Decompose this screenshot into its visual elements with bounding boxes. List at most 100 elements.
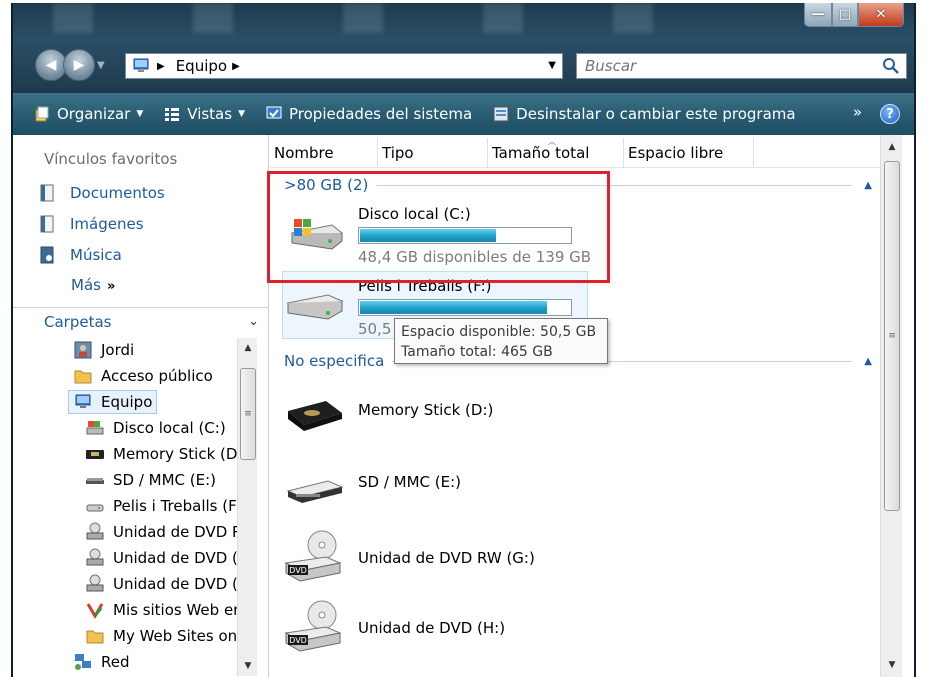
scroll-down-button[interactable]: ▼ (238, 656, 258, 676)
column-empty (754, 138, 890, 168)
folder-icon (86, 630, 104, 644)
system-properties-button[interactable]: Propiedades del sistema (265, 105, 472, 123)
file-list-scrollbar[interactable]: ▲ ≡ ▼ (880, 135, 902, 677)
address-bar[interactable]: ▶ Equipo ▶ ▼ (125, 53, 563, 79)
scroll-up-button[interactable]: ▲ (238, 338, 258, 358)
breadcrumb-separator[interactable]: ▶ (157, 61, 165, 72)
drive-h[interactable]: DVD Unidad de DVD (H:) (282, 599, 505, 655)
drive-name: Unidad de DVD RW (G:) (358, 549, 535, 567)
computer-icon (133, 58, 149, 72)
favorite-imagenes[interactable]: Imágenes (38, 214, 144, 234)
programs-icon (493, 106, 509, 122)
pictures-icon (40, 215, 54, 233)
dvd-drive-icon: DVD (284, 530, 342, 582)
search-box[interactable] (576, 53, 907, 79)
nav-buttons: ◀ ▶ ▼ (35, 49, 105, 81)
svg-text:DVD: DVD (289, 566, 307, 575)
folder-icon (74, 370, 92, 384)
memory-stick-icon (86, 450, 104, 459)
drive-e[interactable]: SD / MMC (E:) (282, 461, 461, 517)
system-properties-icon (266, 106, 282, 119)
drive-name: Memory Stick (D:) (358, 401, 494, 419)
chevron-down-icon[interactable]: ⌄ (248, 314, 259, 329)
more-commands-button[interactable]: » (853, 103, 862, 121)
favorite-documentos[interactable]: Documentos (38, 183, 165, 203)
tree-item-sd-mmc[interactable]: SD / MMC (E:) (85, 470, 216, 490)
music-icon (40, 246, 54, 264)
favorite-musica[interactable]: Música (38, 245, 122, 265)
hard-drive-icon (86, 421, 104, 435)
dvd-drive-icon (86, 574, 104, 592)
help-icon[interactable]: ? (880, 104, 900, 124)
explorer-window: — □ ✕ ◀ ▶ ▼ ▶ Equipo ▶ ▼ ↻ (11, 3, 916, 677)
glass-reflection (193, 3, 233, 33)
computer-icon (75, 394, 91, 408)
search-input[interactable] (585, 57, 855, 75)
maximize-button[interactable]: □ (832, 3, 858, 27)
usage-bar-fill (360, 301, 547, 314)
drive-name: Unidad de DVD (H:) (358, 619, 506, 637)
organize-icon (35, 106, 49, 122)
tree-item-dvd-rw[interactable]: Unidad de DVD R (85, 522, 237, 542)
highlight-annotation-box (267, 171, 610, 283)
scroll-thumb[interactable]: ≡ (240, 368, 256, 460)
glass-reflection (483, 3, 523, 33)
drive-tooltip: Espacio disponible: 50,5 GB Tamaño total… (394, 318, 608, 364)
column-headers: Nombre Tipo ︿ Tamaño total Espacio libre (270, 137, 890, 168)
address-dropdown[interactable]: ▼ (548, 60, 556, 71)
window-controls: — □ ✕ (804, 3, 904, 29)
search-icon[interactable] (882, 57, 900, 75)
breadcrumb-equipo[interactable]: Equipo (176, 57, 227, 75)
glass-reflection (613, 3, 653, 33)
tree-item-pelis-treballs[interactable]: Pelis i Treballs (F: (85, 496, 237, 516)
column-tipo[interactable]: Tipo (378, 138, 488, 168)
tree-item-disco-local[interactable]: Disco local (C:) (85, 418, 226, 438)
title-bar: — □ ✕ ◀ ▶ ▼ ▶ Equipo ▶ ▼ ↻ (13, 3, 914, 93)
favorites-title: Vínculos favoritos (44, 150, 178, 168)
tree-item-red[interactable]: Red (73, 652, 130, 672)
views-icon (165, 108, 180, 121)
column-nombre[interactable]: Nombre (270, 138, 378, 168)
uninstall-program-button[interactable]: Desinstalar o cambiar este programa (492, 105, 796, 123)
more-favorites-link[interactable]: Más» (71, 276, 115, 294)
folder-tree-scrollbar[interactable]: ▲ ≡ ▼ (237, 338, 257, 676)
tree-item-memory-stick[interactable]: Memory Stick (D: (85, 444, 237, 464)
collapse-group-icon[interactable]: ▲ (864, 356, 872, 367)
documents-icon (40, 184, 54, 202)
organize-menu[interactable]: Organizar ▼ (33, 105, 143, 123)
recent-pages-dropdown[interactable]: ▼ (97, 60, 105, 71)
tree-item-jordi[interactable]: Jordi (73, 340, 134, 360)
memory-stick-icon (288, 401, 342, 431)
tree-item-equipo[interactable]: Equipo (68, 390, 158, 414)
column-tamano-total[interactable]: ︿ Tamaño total (488, 137, 624, 168)
views-menu[interactable]: Vistas ▼ (163, 105, 245, 123)
scroll-thumb[interactable]: ≡ (884, 161, 900, 511)
folder-tree: Jordi Acceso público Equipo Disco local … (13, 338, 237, 676)
web-folder-icon (86, 603, 104, 619)
drive-g[interactable]: DVD Unidad de DVD RW (G:) (282, 529, 535, 585)
minimize-button[interactable]: — (804, 3, 832, 27)
folders-header[interactable]: Carpetas ⌄ (13, 307, 269, 335)
dvd-drive-icon (86, 522, 104, 540)
desktop-edge-right (916, 0, 926, 677)
collapse-group-icon[interactable]: ▲ (864, 180, 872, 191)
card-reader-icon (286, 480, 344, 503)
sort-arrow-icon: ︿ (548, 137, 556, 146)
forward-button[interactable]: ▶ (63, 49, 95, 81)
drive-d[interactable]: Memory Stick (D:) (282, 389, 493, 445)
tree-item-dvd-h[interactable]: Unidad de DVD (I (85, 548, 237, 568)
close-button[interactable]: ✕ (858, 3, 904, 27)
tree-item-acceso-publico[interactable]: Acceso público (73, 366, 213, 386)
tree-item-my-web-sites[interactable]: My Web Sites on (85, 626, 237, 646)
scroll-down-button[interactable]: ▼ (881, 655, 903, 675)
column-espacio-libre[interactable]: Espacio libre (624, 138, 754, 168)
glass-reflection (343, 3, 383, 33)
scroll-up-button[interactable]: ▲ (881, 137, 903, 157)
dvd-drive-icon (86, 548, 104, 566)
user-folder-icon (74, 341, 92, 359)
card-reader-icon (86, 478, 104, 484)
breadcrumb-separator[interactable]: ▶ (232, 61, 240, 72)
hard-drive-icon (86, 504, 104, 512)
tree-item-mis-sitios-web[interactable]: Mis sitios Web er (85, 600, 237, 620)
tree-item-dvd-i[interactable]: Unidad de DVD (I (85, 574, 237, 594)
